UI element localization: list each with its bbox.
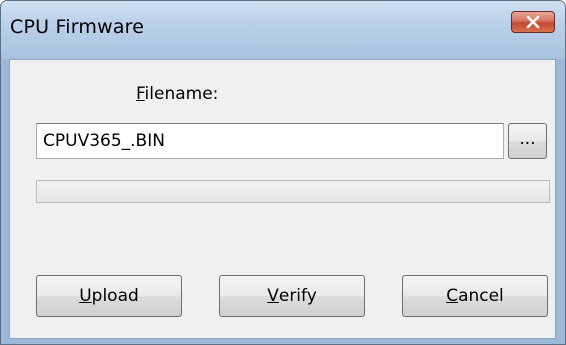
dialog-client-area: Filename: CPUV365_.BIN ... Upload Verify… — [9, 59, 556, 339]
cancel-button[interactable]: Cancel — [402, 275, 548, 317]
title-bar[interactable]: CPU Firmware — [1, 1, 565, 59]
filename-input[interactable]: CPUV365_.BIN — [36, 123, 504, 159]
cancel-button-label: ancel — [458, 286, 504, 306]
upload-progress-bar — [36, 180, 550, 203]
upload-button-label: pload — [91, 286, 139, 306]
cancel-button-accelerator: C — [446, 286, 459, 306]
dialog-window: CPU Firmware Filename: CPUV365_.BIN ... … — [0, 0, 566, 345]
verify-button[interactable]: Verify — [219, 275, 365, 317]
upload-button[interactable]: Upload — [36, 275, 182, 317]
filename-label: Filename: — [136, 84, 218, 104]
browse-button[interactable]: ... — [508, 123, 547, 159]
close-x-icon — [526, 15, 540, 29]
upload-button-accelerator: U — [79, 286, 92, 306]
verify-button-accelerator: V — [267, 286, 279, 306]
verify-button-label: erify — [278, 286, 317, 306]
close-button[interactable] — [511, 11, 555, 33]
window-title: CPU Firmware — [10, 16, 145, 38]
filename-label-accelerator: F — [136, 84, 145, 104]
filename-label-text: ilename: — [144, 84, 219, 104]
